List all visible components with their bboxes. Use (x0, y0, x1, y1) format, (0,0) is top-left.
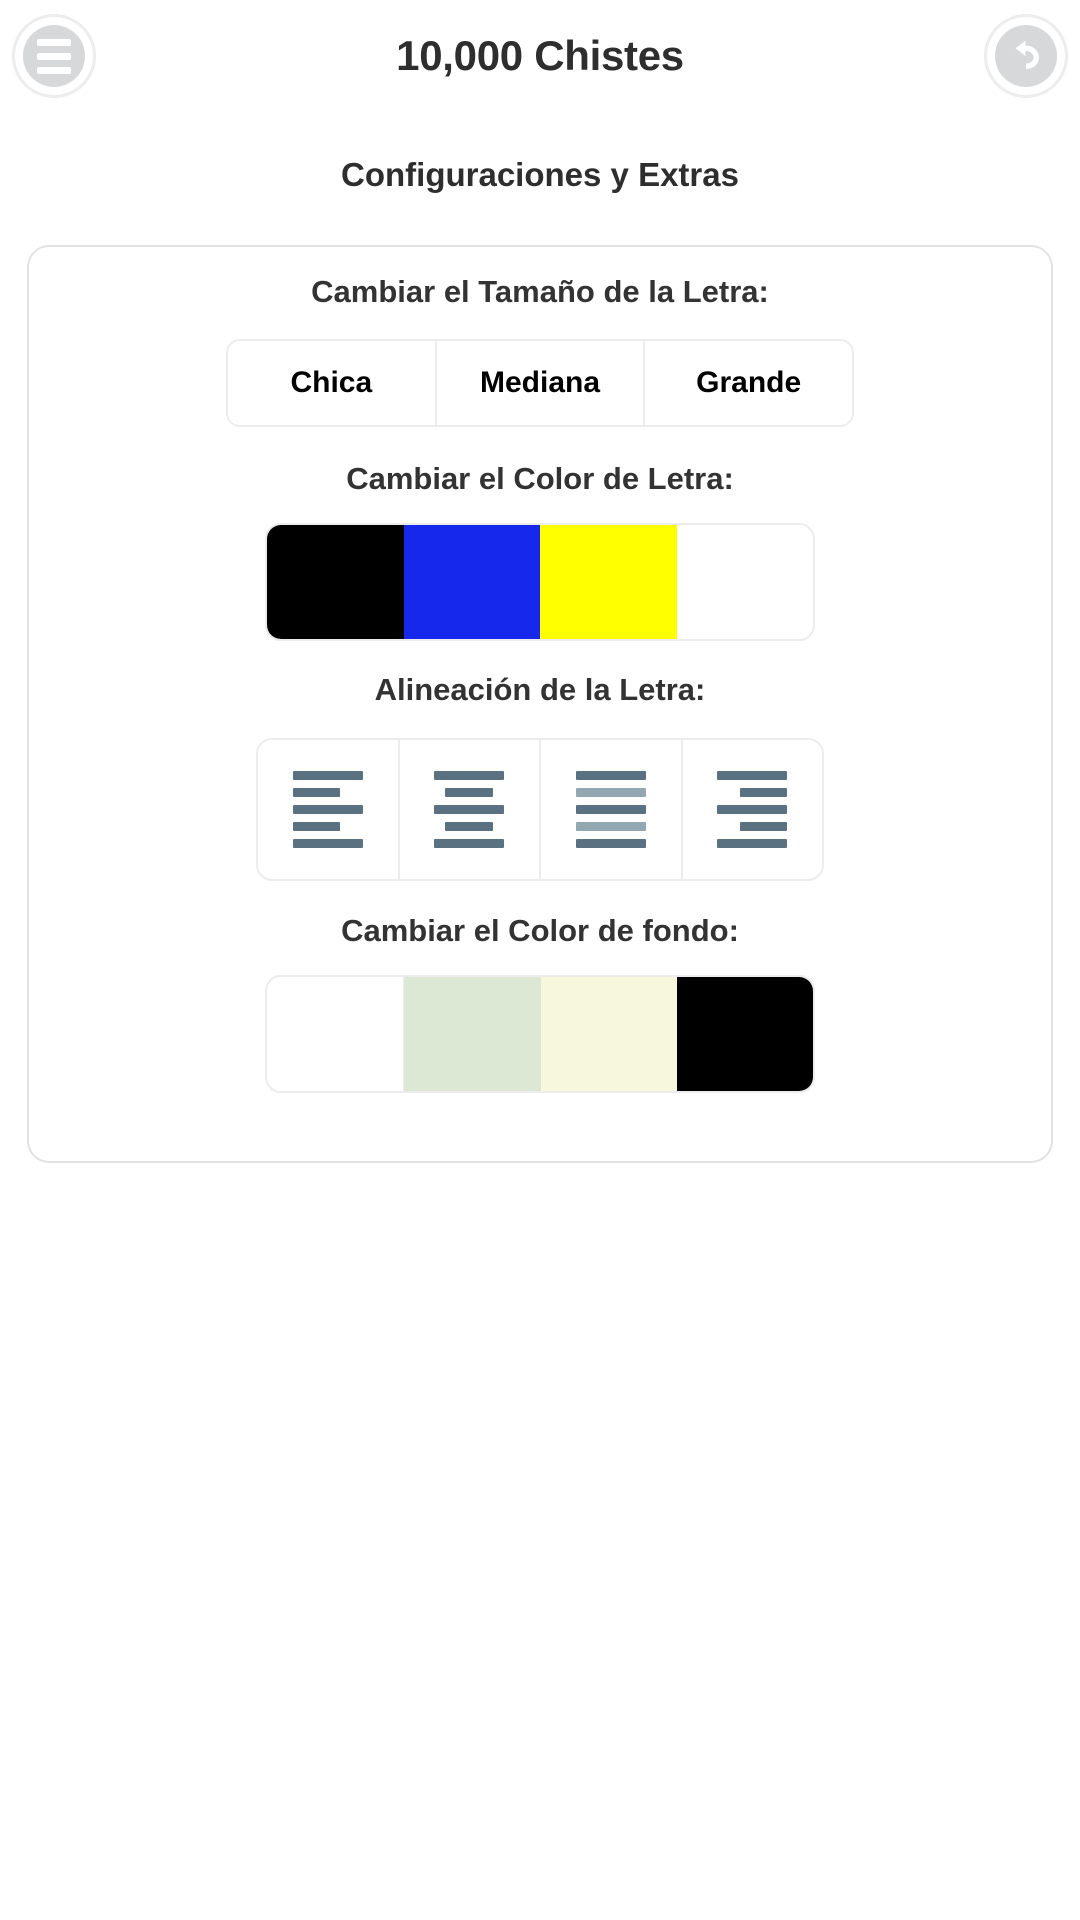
align-right-icon (717, 770, 788, 848)
alignment-option-left[interactable] (258, 739, 400, 879)
align-center-icon (434, 770, 505, 848)
settings-card: Cambiar el Tamaño de la Letra: Chica Med… (27, 245, 1053, 1163)
hamburger-bar (37, 66, 71, 74)
background-color-label: Cambiar el Color de fondo: (341, 912, 739, 948)
font-size-segmented-control[interactable]: Chica Mediana Grande (226, 339, 854, 428)
undo-back-arrow-icon (995, 25, 1057, 87)
font-size-label: Cambiar el Tamaño de la Letra: (311, 274, 769, 309)
font-color-swatch-yellow[interactable] (540, 525, 677, 640)
background-color-swatch-white[interactable] (267, 976, 405, 1091)
alignment-segmented-control[interactable] (256, 737, 824, 881)
background-color-swatch-black[interactable] (676, 976, 813, 1091)
font-color-swatch-black[interactable] (267, 525, 404, 640)
font-color-swatch-blue[interactable] (403, 525, 540, 640)
alignment-label: Alineación de la Letra: (374, 672, 706, 708)
font-size-option-small[interactable]: Chica (228, 341, 437, 426)
menu-button[interactable] (12, 14, 96, 98)
background-color-swatch-strip[interactable] (265, 974, 815, 1093)
background-color-swatch-pale-yellow[interactable] (540, 976, 677, 1091)
align-left-icon (292, 770, 363, 848)
font-size-option-large[interactable]: Grande (645, 341, 852, 426)
alignment-option-center[interactable] (399, 739, 541, 879)
page-subtitle: Configuraciones y Extras (341, 156, 739, 193)
app-header: 10,000 Chistes (0, 0, 1080, 112)
font-color-swatch-white[interactable] (676, 525, 813, 640)
font-color-label: Cambiar el Color de Letra: (346, 461, 734, 497)
page-title: 10,000 Chistes (396, 32, 684, 79)
font-size-option-medium[interactable]: Mediana (436, 341, 646, 426)
hamburger-menu-icon (23, 25, 85, 87)
hamburger-bar (37, 38, 71, 46)
hamburger-bar (37, 52, 71, 60)
back-button[interactable] (984, 14, 1068, 98)
font-color-swatch-strip[interactable] (265, 523, 815, 642)
alignment-option-justify[interactable] (541, 739, 683, 879)
align-justify-icon (575, 770, 646, 848)
background-color-swatch-pale-green[interactable] (404, 976, 541, 1091)
alignment-option-right[interactable] (682, 739, 822, 879)
